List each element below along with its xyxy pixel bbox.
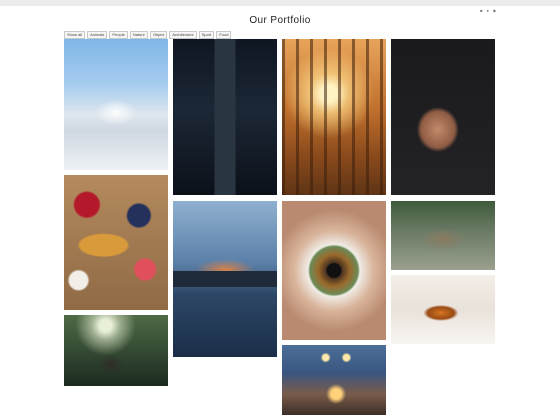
dot-icon[interactable]: ◆ (493, 8, 496, 13)
photo-elephant[interactable] (64, 315, 168, 386)
filter-object[interactable]: Object (149, 31, 168, 39)
filter-architecture[interactable]: Architecture (169, 31, 197, 39)
filter-people[interactable]: People (109, 31, 128, 39)
social-icons: ■ ● ◆ (480, 8, 496, 13)
photo-mud-person[interactable] (391, 201, 495, 270)
filter-animals[interactable]: Animals (87, 31, 108, 39)
photo-breakfast[interactable] (64, 175, 168, 310)
photo-street-lamps[interactable] (282, 345, 386, 415)
photo-skyscraper[interactable] (173, 39, 277, 195)
filter-show-all[interactable]: Show all (64, 31, 86, 39)
filter-food[interactable]: Food (216, 31, 232, 39)
photo-autumn-forest[interactable] (282, 39, 386, 195)
square-icon[interactable]: ■ (480, 8, 482, 13)
filter-sport[interactable]: Sport (198, 31, 215, 39)
photo-woman-portrait[interactable] (391, 39, 495, 195)
filter-bar: Show all Animals People Nature Object Ar… (64, 31, 232, 39)
top-bar (0, 0, 560, 6)
circle-icon[interactable]: ● (487, 8, 489, 13)
photo-eye[interactable] (282, 201, 386, 340)
page-title: Our Portfolio (249, 15, 311, 26)
photo-tiger[interactable] (391, 275, 495, 344)
photo-mountain-lake[interactable] (173, 201, 277, 357)
photo-snowboarder[interactable] (64, 39, 168, 170)
filter-nature[interactable]: Nature (129, 31, 148, 39)
